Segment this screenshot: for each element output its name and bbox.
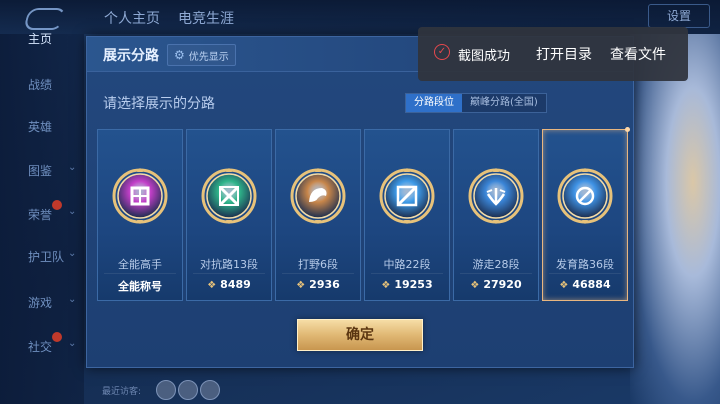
lane-rank-label: 游走28段 [472, 258, 520, 271]
card-divider [282, 273, 354, 274]
sidebar: 主页 战绩 英雄 图鉴 ⌄ 荣誉 ⌄ 护卫队 ⌄ 游戏 ⌄ 社交 ⌄ [0, 32, 84, 404]
lane-rank-label: 中路22段 [383, 258, 431, 271]
chevron-down-icon: ⌄ [68, 162, 77, 173]
lane-score-value: 19253 [394, 278, 433, 291]
segment-lane-rank[interactable]: 分路段位 [406, 94, 462, 112]
sidebar-item-label: 主页 [28, 32, 53, 46]
jungle-emblem-icon [288, 166, 348, 226]
visitor-avatar[interactable] [156, 380, 176, 400]
chevron-down-icon: ⌄ [68, 248, 77, 259]
check-circle-icon: ✓ [434, 44, 450, 60]
visitor-avatar[interactable] [200, 380, 220, 400]
sidebar-item-label: 荣誉 [28, 208, 53, 222]
sidebar-item[interactable]: 荣誉 ⌄ [0, 200, 84, 226]
select-prompt: 请选择展示的分路 [103, 96, 215, 112]
sidebar-item[interactable]: 英雄 [0, 116, 84, 138]
lane-score-value: 全能称号 [118, 280, 162, 293]
view-file-button[interactable]: 查看文件 [610, 44, 666, 64]
lane-score-value: 2936 [309, 278, 340, 291]
score-icon: ❖ [207, 280, 217, 291]
score-icon: ❖ [296, 280, 306, 291]
lane-card[interactable]: 全能高手 全能称号 [97, 129, 183, 301]
toast-message: 截图成功 [458, 49, 511, 64]
card-divider [460, 273, 532, 274]
sidebar-item[interactable]: 主页 [0, 28, 84, 50]
tab-esports-career[interactable]: 电竞生涯 [178, 8, 234, 28]
hero-artwork [630, 34, 720, 404]
lane-score: ❖ 19253 [365, 278, 449, 291]
sidebar-item-label: 游戏 [28, 296, 53, 310]
notification-badge [52, 332, 62, 342]
lane-card-list: 全能高手 全能称号 对抗路13段 ❖ 8489 打野6段 ❖ 2936 中路22段 ❖ 19253 游… [97, 127, 630, 301]
sidebar-item-label: 图鉴 [28, 164, 53, 178]
roam-emblem-icon [466, 166, 526, 226]
gear-icon: ⚙ [174, 48, 185, 62]
score-icon: ❖ [381, 280, 391, 291]
lane-score-value: 8489 [220, 278, 251, 291]
recent-visitors-label: 最近访客: [102, 387, 142, 397]
sidebar-item[interactable]: 护卫队 ⌄ [0, 246, 84, 268]
chevron-down-icon: ⌄ [68, 338, 77, 349]
card-divider [371, 273, 443, 274]
screenshot-toast: ✓ 截图成功 打开目录 查看文件 [418, 27, 688, 81]
bottom-bar: 最近访客: [84, 376, 630, 404]
lane-rank-label: 对抗路13段 [200, 258, 258, 271]
lane-score-value: 46884 [572, 278, 611, 291]
tab-profile[interactable]: 个人主页 [104, 8, 160, 28]
sidebar-item-label: 英雄 [28, 120, 53, 134]
lane-card[interactable]: 对抗路13段 ❖ 8489 [186, 129, 272, 301]
card-divider [549, 273, 621, 274]
chevron-down-icon: ⌄ [68, 294, 77, 305]
lane-score-value: 27920 [483, 278, 522, 291]
farm-lane-emblem-icon [555, 166, 615, 226]
lane-card[interactable]: 游走28段 ❖ 27920 [453, 129, 539, 301]
score-icon: ❖ [470, 280, 480, 291]
sidebar-item-label: 护卫队 [28, 250, 65, 264]
sidebar-item-label: 战绩 [28, 78, 53, 92]
lane-rank-label: 打野6段 [298, 258, 338, 271]
priority-display-button[interactable]: ⚙ 优先显示 [167, 44, 236, 66]
sidebar-item[interactable]: 社交 ⌄ [0, 332, 84, 358]
segment-switch: 分路段位 巅峰分路(全国) [405, 93, 547, 113]
card-divider [193, 273, 265, 274]
settings-button[interactable]: 设置 [648, 4, 710, 28]
chevron-down-icon: ⌄ [68, 206, 77, 217]
all-round-emblem-icon [110, 166, 170, 226]
card-divider [104, 273, 176, 274]
sidebar-item[interactable]: 战绩 [0, 74, 84, 96]
clash-lane-emblem-icon [199, 166, 259, 226]
priority-display-label: 优先显示 [188, 51, 229, 63]
confirm-button[interactable]: 确定 [297, 319, 423, 351]
lane-score: 全能称号 [98, 278, 182, 294]
lane-card[interactable]: 中路22段 ❖ 19253 [364, 129, 450, 301]
lane-display-panel: 展示分路 ⚙ 优先显示 请选择展示的分路 分路段位 巅峰分路(全国) 全能高手全能… [86, 36, 634, 368]
notification-badge [52, 200, 62, 210]
score-icon: ❖ [559, 280, 569, 291]
sidebar-item-label: 社交 [28, 340, 53, 354]
panel-title: 展示分路 [103, 48, 159, 64]
lane-score: ❖ 8489 [187, 278, 271, 291]
lane-score: ❖ 27920 [454, 278, 538, 291]
open-directory-button[interactable]: 打开目录 [536, 44, 592, 64]
segment-peak-lane[interactable]: 巅峰分路(全国) [462, 94, 546, 112]
visitor-avatar[interactable] [178, 380, 198, 400]
lane-rank-label: 发育路36段 [556, 258, 614, 271]
lane-card[interactable]: 发育路36段 ❖ 46884 [542, 127, 630, 301]
mid-lane-emblem-icon [377, 166, 437, 226]
sidebar-item[interactable]: 游戏 ⌄ [0, 292, 84, 314]
lane-score: ❖ 2936 [276, 278, 360, 291]
selected-corner-marker [625, 127, 630, 132]
lane-card[interactable]: 打野6段 ❖ 2936 [275, 129, 361, 301]
lane-rank-label: 全能高手 [118, 258, 162, 271]
sidebar-item[interactable]: 图鉴 ⌄ [0, 160, 84, 182]
back-logo-icon[interactable] [23, 8, 67, 30]
lane-score: ❖ 46884 [543, 278, 627, 291]
